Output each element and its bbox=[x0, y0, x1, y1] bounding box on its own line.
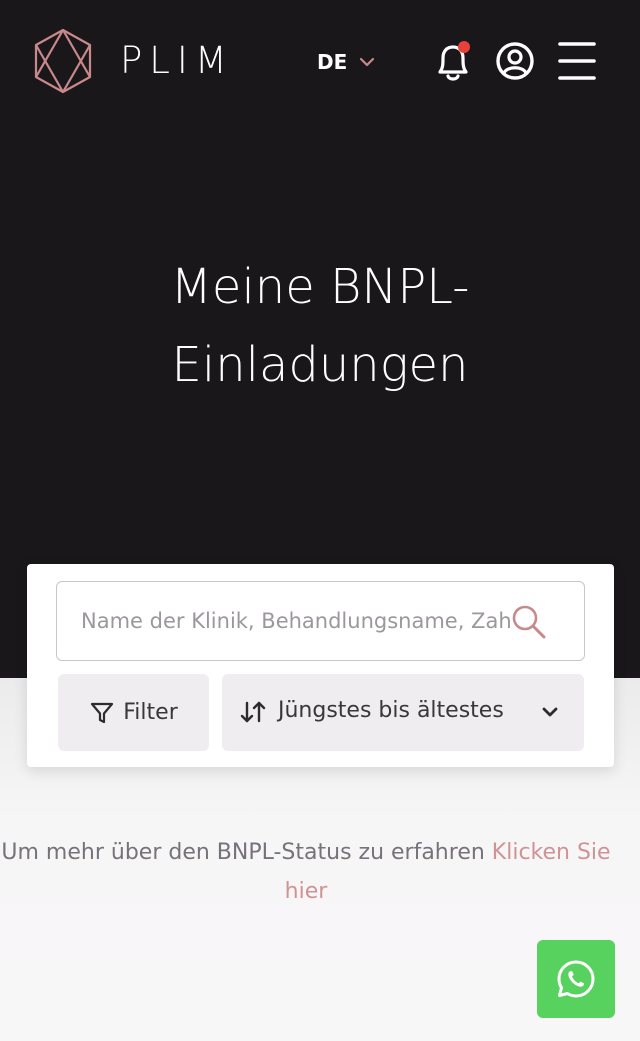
bell-icon[interactable] bbox=[432, 38, 474, 84]
hamburger-menu-icon[interactable] bbox=[556, 40, 598, 82]
notification-dot bbox=[458, 41, 470, 53]
whatsapp-button[interactable] bbox=[537, 940, 615, 1018]
whatsapp-icon bbox=[557, 960, 595, 998]
user-circle-icon[interactable] bbox=[494, 40, 536, 82]
sort-dropdown[interactable]: Jüngstes bis ältestes bbox=[222, 674, 584, 751]
chevron-down-icon bbox=[360, 57, 375, 67]
filter-label: Filter bbox=[123, 700, 178, 725]
search-icon[interactable] bbox=[511, 604, 547, 640]
page-title-line-2: Einladungen bbox=[171, 337, 469, 393]
page-title: Meine BNPL- Einladungen bbox=[0, 248, 640, 404]
bnpl-status-info: Um mehr über den BNPL-Status zu erfahren… bbox=[0, 833, 612, 911]
sort-arrows-icon bbox=[240, 701, 266, 723]
sort-label: Jüngstes bis ältestes bbox=[278, 698, 504, 723]
search-filter-card: Filter Jüngstes bis ältestes bbox=[27, 564, 614, 767]
page-title-line-1: Meine BNPL- bbox=[170, 259, 470, 315]
search-box[interactable] bbox=[56, 581, 585, 661]
hexagon-logo-icon[interactable] bbox=[32, 28, 94, 94]
funnel-icon bbox=[91, 702, 114, 723]
brand-name[interactable]: PLIM bbox=[120, 36, 234, 86]
filter-button[interactable]: Filter bbox=[58, 674, 209, 751]
language-label: DE bbox=[317, 50, 348, 74]
language-selector[interactable]: DE bbox=[317, 44, 375, 80]
search-input[interactable] bbox=[57, 582, 513, 660]
chevron-down-icon bbox=[542, 707, 558, 717]
info-text: Um mehr über den BNPL-Status zu erfahren bbox=[1, 840, 485, 865]
